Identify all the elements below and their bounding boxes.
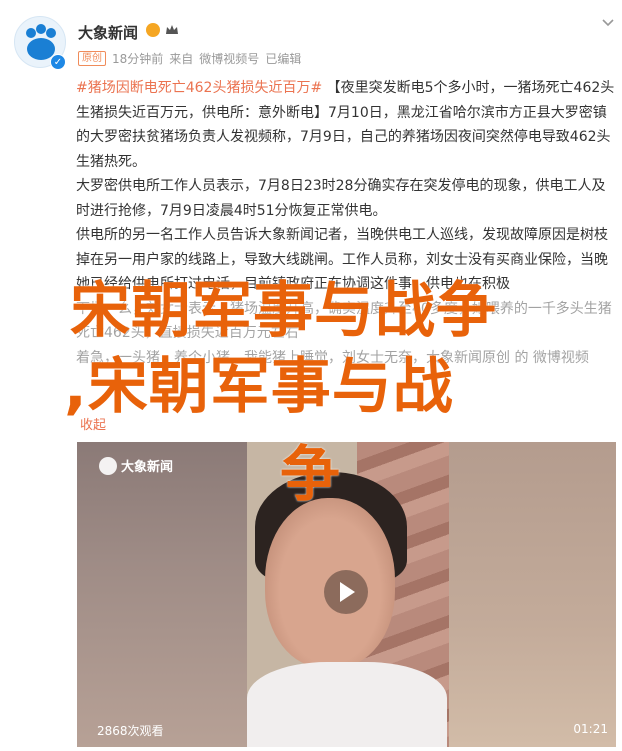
origin-tag: 原创 (78, 51, 106, 66)
overlay-title-line-2: ,宋朝军事与战 (64, 352, 454, 422)
play-button[interactable] (324, 570, 368, 614)
overlay-title-line-1: 宋朝军事与战争 (70, 276, 497, 346)
video-player[interactable]: 大象新闻 2868次观看 01:21 (77, 442, 616, 747)
post-header: ✓ 大象新闻 原创 18分钟前 来自 微博视频号 已编辑 (0, 0, 622, 78)
crown-icon (166, 25, 178, 34)
hashtag-link[interactable]: #猪场因断电死亡462头猪损失近百万# (76, 80, 322, 96)
video-duration: 01:21 (573, 722, 608, 736)
edit-label: 已编辑 (265, 52, 302, 66)
chevron-down-icon[interactable] (600, 14, 616, 30)
paragraph-2: 大罗密供电所工作人员表示，7月8日23时28分确实存在突发停电的现象，供电工人及… (76, 178, 606, 219)
video-logo-text: 大象新闻 (121, 460, 174, 475)
overlay-title-line-3: 争 (280, 440, 340, 510)
post-time: 18分钟前 (112, 52, 164, 66)
video-blur-right (449, 442, 616, 747)
post-meta: 原创 18分钟前 来自 微博视频号 已编辑 (78, 50, 301, 67)
verified-icon: ✓ (50, 54, 66, 70)
post-source[interactable]: 微博视频号 (199, 50, 259, 67)
view-count: 2868次观看 (97, 724, 164, 738)
paragraph-1: #猪场因断电死亡462头猪损失近百万# 【夜里突发断电5个多小时，一猪场死亡46… (76, 76, 616, 174)
author-name[interactable]: 大象新闻 (78, 22, 138, 43)
source-prefix: 来自 (169, 52, 194, 66)
logo-icon (99, 456, 117, 475)
member-badge-icon (146, 23, 160, 37)
video-subject-shirt (247, 662, 447, 747)
video-blur-left (77, 442, 247, 747)
play-icon (340, 582, 355, 602)
video-logo: 大象新闻 (99, 456, 173, 475)
